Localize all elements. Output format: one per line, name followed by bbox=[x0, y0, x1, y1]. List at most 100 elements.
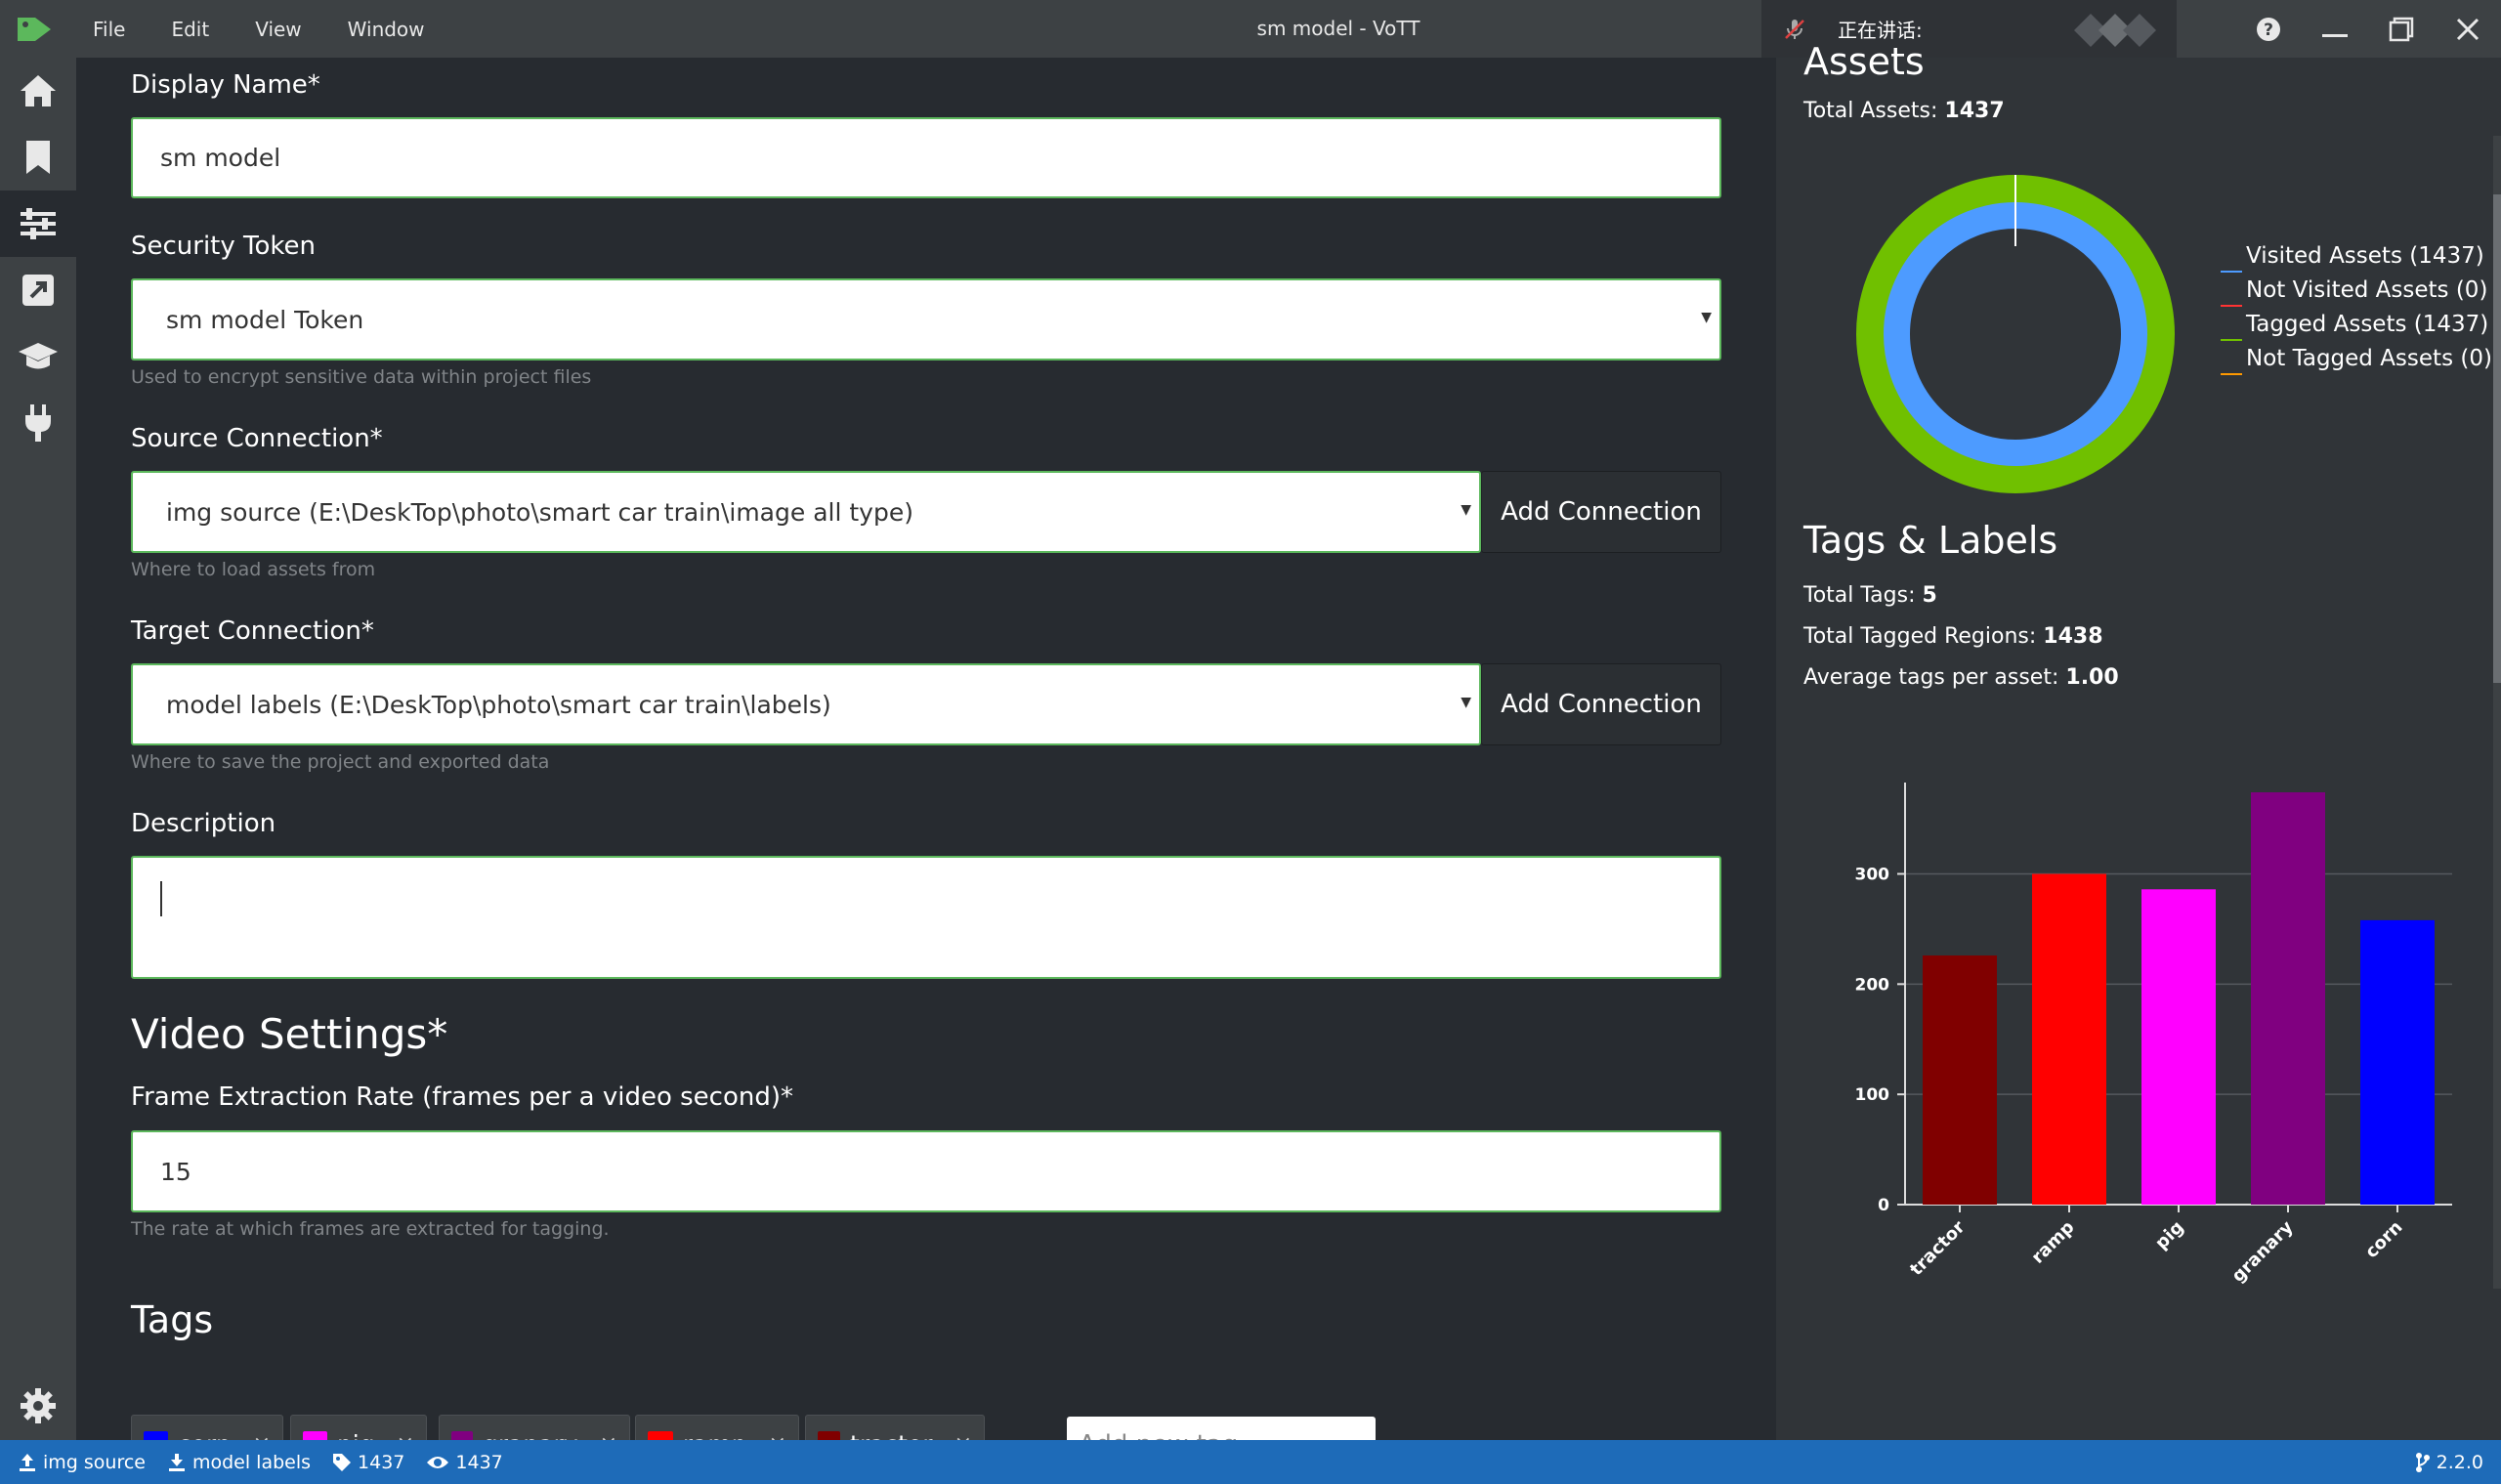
average-tags-per-asset: Average tags per asset: 1.00 bbox=[1803, 665, 2119, 690]
tags-bar-chart: 0 100 200 300 tractor ramp pig granary corn bbox=[1855, 783, 2452, 1287]
security-token-label: Security Token bbox=[131, 232, 317, 261]
total-tags: Total Tags: 5 bbox=[1803, 583, 1937, 608]
help-button[interactable]: ? bbox=[2235, 0, 2302, 58]
dropdown-caret-icon: ▼ bbox=[1701, 310, 1712, 325]
status-tagged-count: 1437 bbox=[332, 1452, 404, 1473]
legend-label: Visited Assets (1437) bbox=[2246, 243, 2484, 269]
target-connection-value: model labels (E:\DeskTop\photo\smart car… bbox=[166, 690, 831, 719]
total-regions-label: Total Tagged Regions: bbox=[1803, 624, 2037, 649]
minimize-icon bbox=[2322, 33, 2348, 37]
restore-button[interactable] bbox=[2368, 0, 2435, 58]
bar-tractor bbox=[1923, 954, 1997, 1205]
total-assets-value: 1437 bbox=[1944, 99, 2005, 123]
menu-window[interactable]: Window bbox=[348, 18, 425, 41]
frame-rate-value: 15 bbox=[160, 1157, 191, 1186]
svg-text:?: ? bbox=[2264, 21, 2273, 40]
frame-rate-help: The rate at which frames are extracted f… bbox=[131, 1218, 610, 1240]
plug-icon bbox=[25, 404, 51, 442]
version-label: 2.2.0 bbox=[2436, 1451, 2483, 1473]
assets-donut-chart bbox=[1856, 175, 2175, 493]
nav-home[interactable] bbox=[0, 58, 76, 124]
text-cursor bbox=[160, 881, 162, 916]
menu-edit[interactable]: Edit bbox=[171, 18, 209, 41]
description-label: Description bbox=[131, 809, 276, 838]
source-connection-select[interactable]: img source (E:\DeskTop\photo\smart car t… bbox=[131, 471, 1481, 553]
bookmark-icon bbox=[26, 141, 50, 174]
x-tick-label: pig bbox=[2151, 1217, 2187, 1253]
total-tags-label: Total Tags: bbox=[1803, 583, 1916, 608]
total-assets: Total Assets: 1437 bbox=[1803, 99, 2005, 123]
description-textarea[interactable] bbox=[131, 856, 1721, 979]
security-token-select[interactable]: sm model Token ▼ bbox=[131, 278, 1721, 360]
dropdown-caret-icon: ▼ bbox=[1461, 502, 1471, 518]
scrollbar-thumb[interactable] bbox=[2493, 194, 2501, 683]
tag-icon bbox=[333, 1453, 352, 1471]
home-icon bbox=[21, 75, 56, 106]
microphone-muted-icon bbox=[1785, 20, 1804, 39]
total-assets-label: Total Assets: bbox=[1803, 99, 1938, 123]
nav-connections[interactable] bbox=[0, 390, 76, 456]
status-target: model labels bbox=[167, 1452, 311, 1473]
graduation-cap-icon bbox=[19, 343, 58, 369]
download-icon bbox=[168, 1453, 185, 1471]
branch-icon bbox=[2415, 1452, 2430, 1472]
frame-rate-input[interactable]: 15 bbox=[131, 1130, 1721, 1212]
y-tick-label: 200 bbox=[1855, 975, 1890, 995]
restore-icon bbox=[2389, 17, 2414, 41]
display-name-value: sm model bbox=[160, 144, 281, 172]
display-name-label: Display Name* bbox=[131, 70, 320, 100]
source-connection-help: Where to load assets from bbox=[131, 559, 376, 580]
add-source-connection-button[interactable]: Add Connection bbox=[1481, 471, 1721, 553]
y-tick-label: 0 bbox=[1878, 1196, 1889, 1215]
source-connection-label: Source Connection* bbox=[131, 424, 383, 453]
project-metrics-panel: Assets Total Assets: 1437 Visited Assets… bbox=[1776, 40, 2501, 1440]
bar-ramp bbox=[2032, 873, 2106, 1205]
assets-heading: Assets bbox=[1803, 40, 1925, 83]
legend-not-visited: Not Visited Assets (0) bbox=[2221, 277, 2487, 307]
total-tagged-regions: Total Tagged Regions: 1438 bbox=[1803, 624, 2103, 649]
target-connection-help: Where to save the project and exported d… bbox=[131, 751, 550, 773]
visited-count-value: 1437 bbox=[455, 1451, 503, 1473]
logo-icon bbox=[18, 18, 51, 41]
legend-label: Tagged Assets (1437) bbox=[2246, 312, 2489, 337]
project-settings-form: Display Name* sm model Security Token sm… bbox=[76, 58, 1776, 1473]
frame-rate-label: Frame Extraction Rate (frames per a vide… bbox=[131, 1082, 794, 1112]
menu-view[interactable]: View bbox=[255, 18, 301, 41]
video-settings-heading: Video Settings* bbox=[131, 1010, 448, 1058]
nav-tag-editor[interactable] bbox=[0, 124, 76, 191]
close-button[interactable] bbox=[2435, 0, 2501, 58]
nav-project-settings[interactable] bbox=[0, 191, 76, 257]
settings-sliders-icon bbox=[21, 208, 56, 239]
security-token-value: sm model Token bbox=[166, 305, 364, 334]
bar-pig bbox=[2141, 889, 2216, 1205]
legend-visited: Visited Assets (1437) bbox=[2221, 243, 2484, 273]
nav-app-settings[interactable] bbox=[0, 1373, 76, 1439]
display-name-input[interactable]: sm model bbox=[131, 117, 1721, 198]
donut-segment bbox=[1875, 193, 2156, 475]
legend-tagged: Tagged Assets (1437) bbox=[2221, 312, 2488, 341]
legend-not-tagged: Not Tagged Assets (0) bbox=[2221, 346, 2492, 375]
gear-icon bbox=[21, 1388, 56, 1423]
left-nav bbox=[0, 58, 76, 1440]
source-connection-value: img source (E:\DeskTop\photo\smart car t… bbox=[166, 497, 913, 527]
export-icon bbox=[22, 275, 54, 306]
nav-export[interactable] bbox=[0, 257, 76, 323]
tags-labels-heading: Tags & Labels bbox=[1803, 519, 2058, 562]
y-tick-label: 300 bbox=[1855, 865, 1890, 884]
total-tags-value: 5 bbox=[1922, 583, 1937, 608]
target-connection-label: Target Connection* bbox=[131, 616, 374, 646]
help-icon: ? bbox=[2257, 17, 2280, 41]
panel-scrollbar[interactable] bbox=[2493, 136, 2501, 1289]
window-title: sm model - VoTT bbox=[1256, 17, 1420, 40]
nav-active-learning[interactable] bbox=[0, 323, 76, 390]
app-version: 2.2.0 bbox=[2415, 1440, 2483, 1484]
legend-label: Not Tagged Assets (0) bbox=[2246, 346, 2492, 371]
target-connection-select[interactable]: model labels (E:\DeskTop\photo\smart car… bbox=[131, 663, 1481, 745]
window-controls: ? bbox=[2235, 0, 2501, 58]
minimize-button[interactable] bbox=[2302, 0, 2368, 58]
x-tick-label: tractor bbox=[1906, 1217, 1970, 1281]
menu-file[interactable]: File bbox=[93, 18, 125, 41]
add-target-connection-button[interactable]: Add Connection bbox=[1481, 663, 1721, 745]
status-bar: img source model labels 1437 1437 2.2.0 bbox=[0, 1440, 2501, 1484]
upload-icon bbox=[20, 1453, 35, 1471]
